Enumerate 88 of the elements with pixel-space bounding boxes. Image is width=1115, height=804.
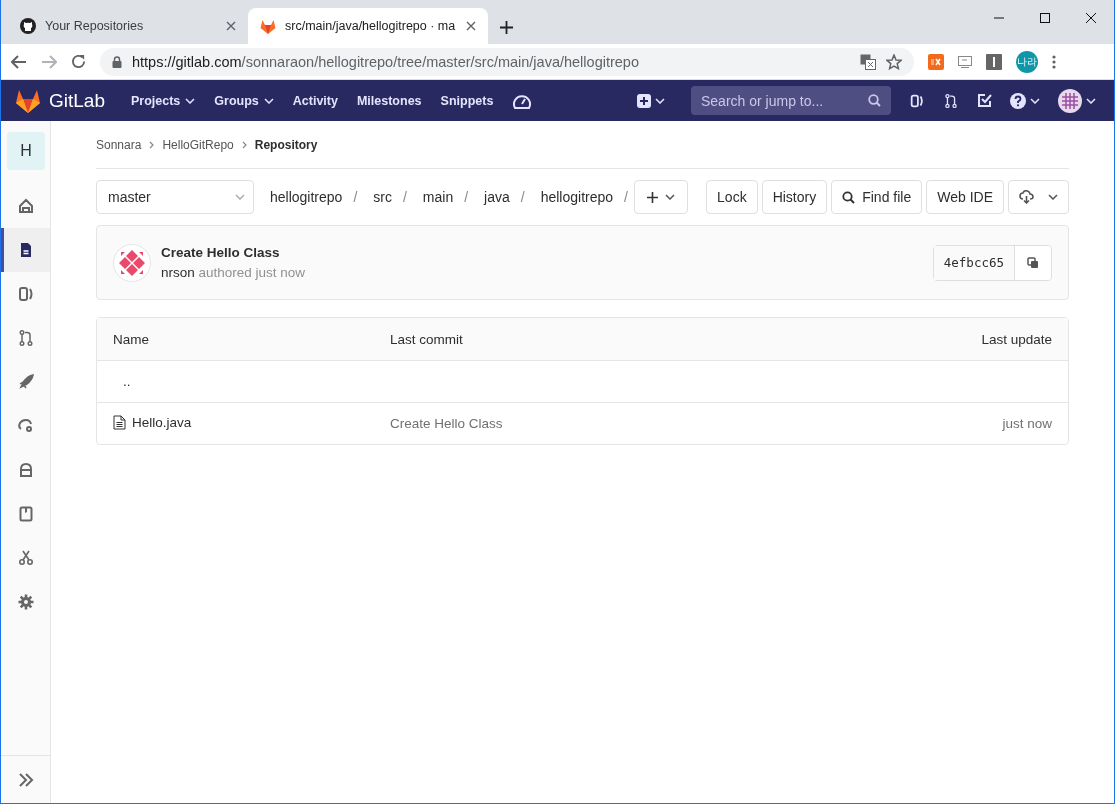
menu-icon[interactable] [1052,54,1056,69]
new-item-button[interactable] [637,93,665,108]
nav-link[interactable]: Activity [292,93,338,108]
search-icon [842,190,856,204]
author-link[interactable]: nrson [161,265,195,280]
action-button[interactable]: Web IDE [926,180,1004,214]
search-field[interactable]: Search or jump to... [691,86,891,115]
settings-icon [16,593,35,611]
branch-dropdown[interactable]: master [96,180,254,214]
help-icon [1010,92,1026,109]
path-separator: / [624,189,628,205]
issues-icon [16,285,35,303]
octocat-icon [20,18,36,34]
project-avatar[interactable]: H [7,132,45,170]
chevron-down-icon [655,97,665,104]
action-button[interactable]: History [761,180,828,214]
browser-tab[interactable]: src/main/java/hellogitrepo · ma [248,8,488,44]
cloud-download-icon [1019,190,1034,204]
chevron-down-icon [185,97,196,104]
table-cell: just now [1002,416,1052,431]
find-file-button[interactable]: Find file [831,180,923,214]
column-header: Last update [981,331,1052,347]
copy-icon [1027,256,1039,269]
plus-square-icon [637,93,651,108]
home-icon [16,197,35,215]
identicon-icon [1058,88,1082,113]
path-link[interactable]: hellogitrepo [270,189,343,205]
search-icon [868,94,881,107]
path-separator: / [520,189,525,205]
nav-link[interactable]: Groups [214,93,274,108]
file-link[interactable]: Hello.java [132,414,192,430]
sidebar-item[interactable] [1,228,50,272]
path-link[interactable]: main [422,189,454,205]
nav-link[interactable]: Milestones [356,93,422,108]
path-link[interactable]: java [484,189,510,205]
commit-link[interactable]: Create Hello Class [390,416,503,431]
column-header: Name [113,331,149,347]
chevron-right-icon [241,140,247,149]
extension-icon[interactable] [928,53,944,70]
chevron-down-icon [664,194,675,200]
chevron-down-icon [1086,97,1096,104]
scissors-icon [16,549,35,567]
plus-icon [646,191,658,203]
download-button[interactable] [1008,180,1069,214]
chevron-down-icon [263,97,274,104]
path-separator: / [464,189,469,205]
fox-logo-icon[interactable] [15,88,41,113]
brand-name[interactable]: GitLab [49,89,105,112]
file-icon [113,414,126,430]
translate-icon[interactable] [860,53,876,70]
parent-directory-link[interactable]: .. [123,374,131,389]
screen-icon[interactable] [958,55,972,68]
reload-icon[interactable] [71,54,86,69]
add-button[interactable] [633,180,688,214]
address-bar[interactable]: https://gitlab.com/sonnaraon/hellogitrepo/tree/master/src/main/java/hellogitrepo [100,47,914,76]
nav-link[interactable]: Snippets [440,93,494,108]
merge-request-icon [16,329,35,347]
chevron-down-icon [1048,194,1058,200]
nav-link[interactable]: Projects [131,93,196,108]
new-tab-icon[interactable] [500,21,513,34]
help-button[interactable] [1010,92,1040,109]
commit-sha[interactable]: 4efbcc65 [933,245,1015,280]
identicon-icon [113,243,151,282]
commit-title[interactable]: Create Hello Class [161,245,933,260]
fox-icon [260,18,276,34]
commit-meta: authored just now [198,265,306,280]
collapse-icon[interactable] [17,772,34,787]
path-separator: / [402,189,407,205]
breadcrumb-link[interactable]: HelloGitRepo [162,137,234,152]
chevron-down-icon [235,194,245,200]
path-separator: / [353,189,358,205]
extension-icon[interactable] [986,53,1002,70]
user-menu[interactable] [1058,88,1096,113]
path-link[interactable]: src [373,189,392,205]
breadcrumb-link[interactable]: Repository [254,137,318,152]
star-icon[interactable] [886,53,902,70]
todo-check-icon[interactable] [977,93,992,108]
close-icon[interactable] [466,21,476,31]
merge-request-icon[interactable] [943,91,959,110]
back-icon[interactable] [11,54,27,69]
action-button[interactable]: Lock [706,180,758,214]
chevron-down-icon [1030,97,1040,104]
path-link[interactable]: hellogitrepo [540,189,614,205]
column-header: Last commit [390,331,463,347]
breadcrumb-link[interactable]: Sonnara [96,137,142,152]
browser-tab[interactable]: Your Repositories [8,8,248,44]
rocket-icon [16,373,35,391]
chevron-right-icon [149,140,155,149]
